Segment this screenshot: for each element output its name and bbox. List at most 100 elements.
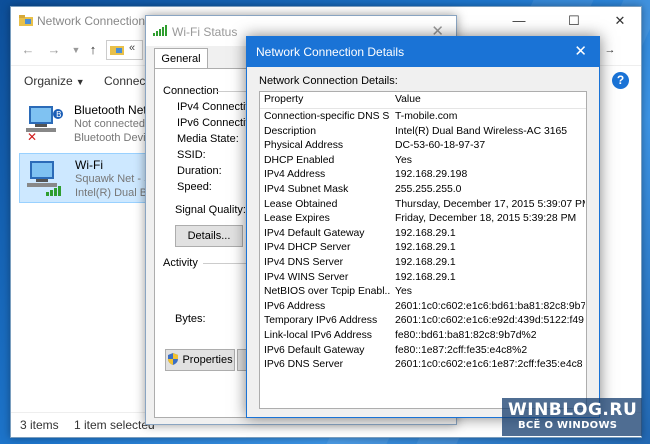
table-row[interactable]: Link-local IPv6 Address fe80::bd61:ba81:8… xyxy=(260,329,586,344)
watermark-line2: ВСЁ О WINDOWS xyxy=(518,420,618,431)
details-title-bar: Network Connection Details ✕ xyxy=(247,37,599,67)
connection-status: Squawk Net - S xyxy=(75,173,152,185)
svg-text:✕: ✕ xyxy=(27,130,37,142)
row-value: DC-53-60-18-97-37 xyxy=(395,140,486,152)
properties-label: Properties xyxy=(182,354,233,366)
row-value: 192.168.29.1 xyxy=(395,227,456,239)
table-row[interactable]: IPv4 DNS Server 192.168.29.1 xyxy=(260,256,586,271)
duration-label: Duration: xyxy=(177,165,222,177)
table-row[interactable]: Physical Address DC-53-60-18-97-37 xyxy=(260,139,586,154)
row-property: DHCP Enabled xyxy=(264,154,335,166)
activity-section-label: Activity xyxy=(163,257,198,269)
address-network-icon xyxy=(110,46,124,55)
connection-device: Bluetooth Devi xyxy=(74,132,146,144)
row-property: IPv4 Address xyxy=(264,169,326,181)
table-row[interactable]: IPv4 Subnet Mask 255.255.255.0 xyxy=(260,183,586,198)
network-connection-details-dialog: Network Connection Details ✕ Network Con… xyxy=(246,36,600,418)
svg-text:B: B xyxy=(56,110,62,119)
minimize-button[interactable]: — xyxy=(496,7,542,35)
bluetooth-network-icon: B ✕ xyxy=(26,106,63,142)
row-value: fe80::1e87:2cff:fe35:e4c8%2 xyxy=(395,344,528,356)
row-property: Lease Expires xyxy=(264,213,330,225)
properties-button[interactable]: Properties xyxy=(165,349,235,371)
forward-arrow-icon[interactable]: → xyxy=(45,41,63,59)
row-value: Yes xyxy=(395,286,412,298)
signal-bars-icon xyxy=(153,25,167,36)
row-property: Description xyxy=(264,125,316,137)
address-bar[interactable]: « xyxy=(106,40,143,60)
selection-count: 1 item selected xyxy=(74,418,155,432)
organize-menu[interactable]: Organize ▼ xyxy=(24,74,85,88)
chevron-down-icon: ▼ xyxy=(75,77,85,87)
address-dropdown-icon[interactable]: → xyxy=(601,41,619,59)
row-value: 192.168.29.198 xyxy=(395,169,468,181)
details-list-label: Network Connection Details: xyxy=(259,75,398,87)
row-value: 192.168.29.1 xyxy=(395,242,456,254)
row-value: Thursday, December 17, 2015 5:39:07 PM xyxy=(395,198,585,210)
media-state-label: Media State: xyxy=(177,133,239,145)
connection-name: Wi-Fi xyxy=(75,158,103,172)
property-column-header[interactable]: Property xyxy=(264,93,390,108)
table-header: Property Value xyxy=(260,93,586,109)
speed-label: Speed: xyxy=(177,181,212,193)
value-column-header[interactable]: Value xyxy=(395,93,585,108)
bytes-label: Bytes: xyxy=(175,313,206,325)
row-property: Link-local IPv6 Address xyxy=(264,330,373,341)
table-row[interactable]: DHCP Enabled Yes xyxy=(260,154,586,169)
row-property: IPv4 Default Gateway xyxy=(264,227,365,239)
row-value: Yes xyxy=(395,154,412,166)
row-value: fe80::bd61:ba81:82c8:9b7d%2 xyxy=(395,330,537,341)
wifi-network-icon xyxy=(27,161,61,196)
details-list[interactable]: Property Value Connection-specific DNS S… xyxy=(259,91,587,409)
tab-general[interactable]: General xyxy=(154,48,208,69)
connect-to-button[interactable]: Connect xyxy=(104,74,149,88)
wifi-dialog-title: Wi-Fi Status xyxy=(172,25,238,39)
recent-chevron-icon[interactable]: ▼ xyxy=(67,41,85,59)
help-icon[interactable]: ? xyxy=(612,72,629,89)
maximize-button[interactable]: ☐ xyxy=(551,7,597,35)
close-icon[interactable]: ✕ xyxy=(574,42,587,60)
connection-section-label: Connection xyxy=(163,85,219,97)
back-arrow-icon[interactable]: ← xyxy=(19,41,37,59)
row-value: 192.168.29.1 xyxy=(395,271,456,283)
row-value: 2601:1c0:c602:e1c6:1e87:2cff:fe35:e4c8 xyxy=(395,359,583,371)
table-row[interactable]: Lease Obtained Thursday, December 17, 201… xyxy=(260,198,586,213)
connection-name: Bluetooth Netw xyxy=(74,103,156,117)
row-property: Physical Address xyxy=(264,140,344,152)
table-row[interactable]: IPv6 Default Gateway fe80::1e87:2cff:fe35… xyxy=(260,344,586,359)
row-value: 2601:1c0:c602:e1c6:bd61:ba81:82c8:9b7d xyxy=(395,300,585,312)
row-property: Temporary IPv6 Address xyxy=(264,315,378,327)
table-row[interactable]: NetBIOS over Tcpip Enabl... Yes xyxy=(260,285,586,300)
table-row[interactable]: IPv6 DNS Server 2601:1c0:c602:e1c6:1e87:2… xyxy=(260,358,586,373)
row-value: T-mobile.com xyxy=(395,111,458,122)
details-dialog-title: Network Connection Details xyxy=(256,45,405,59)
table-row[interactable]: Temporary IPv6 Address 2601:1c0:c602:e1c6… xyxy=(260,314,586,329)
table-row[interactable]: Connection-specific DNS S... T-mobile.com xyxy=(260,110,586,125)
row-property: IPv6 DNS Server xyxy=(264,359,344,371)
row-property: IPv4 Subnet Mask xyxy=(264,184,349,195)
table-row[interactable]: IPv6 Address 2601:1c0:c602:e1c6:bd61:ba81… xyxy=(260,300,586,315)
row-property: Connection-specific DNS S... xyxy=(264,111,390,122)
table-row[interactable]: Lease Expires Friday, December 18, 2015 5… xyxy=(260,212,586,227)
row-value: Friday, December 18, 2015 5:39:28 PM xyxy=(395,213,577,225)
row-property: IPv6 Default Gateway xyxy=(264,344,365,356)
table-row[interactable]: IPv4 WINS Server 192.168.29.1 xyxy=(260,271,586,286)
connection-item-bluetooth[interactable]: B ✕ Bluetooth Netw Not connected Bluetoo… xyxy=(19,99,155,147)
explorer-title: Network Connections xyxy=(37,14,152,28)
connection-status: Not connected xyxy=(74,118,145,130)
row-value: 2601:1c0:c602:e1c6:e92d:439d:5122:f49 xyxy=(395,315,584,327)
row-property: IPv4 WINS Server xyxy=(264,271,349,283)
close-button[interactable]: ✕ xyxy=(597,7,643,35)
shield-icon xyxy=(168,353,179,365)
row-property: NetBIOS over Tcpip Enabl... xyxy=(264,286,390,298)
connection-item-wifi[interactable]: Wi-Fi Squawk Net - S Intel(R) Dual Ba xyxy=(19,153,154,203)
network-folder-icon xyxy=(19,15,33,26)
table-row[interactable]: IPv4 Default Gateway 192.168.29.1 xyxy=(260,227,586,242)
table-row[interactable]: IPv4 DHCP Server 192.168.29.1 xyxy=(260,241,586,256)
table-row[interactable]: Description Intel(R) Dual Band Wireless-A… xyxy=(260,125,586,140)
details-button[interactable]: Details... xyxy=(175,225,243,247)
up-arrow-icon[interactable]: ↑ xyxy=(84,41,102,59)
row-value: 255.255.255.0 xyxy=(395,184,462,195)
table-row[interactable]: IPv4 Address 192.168.29.198 xyxy=(260,168,586,183)
connection-device: Intel(R) Dual Ba xyxy=(75,187,154,199)
